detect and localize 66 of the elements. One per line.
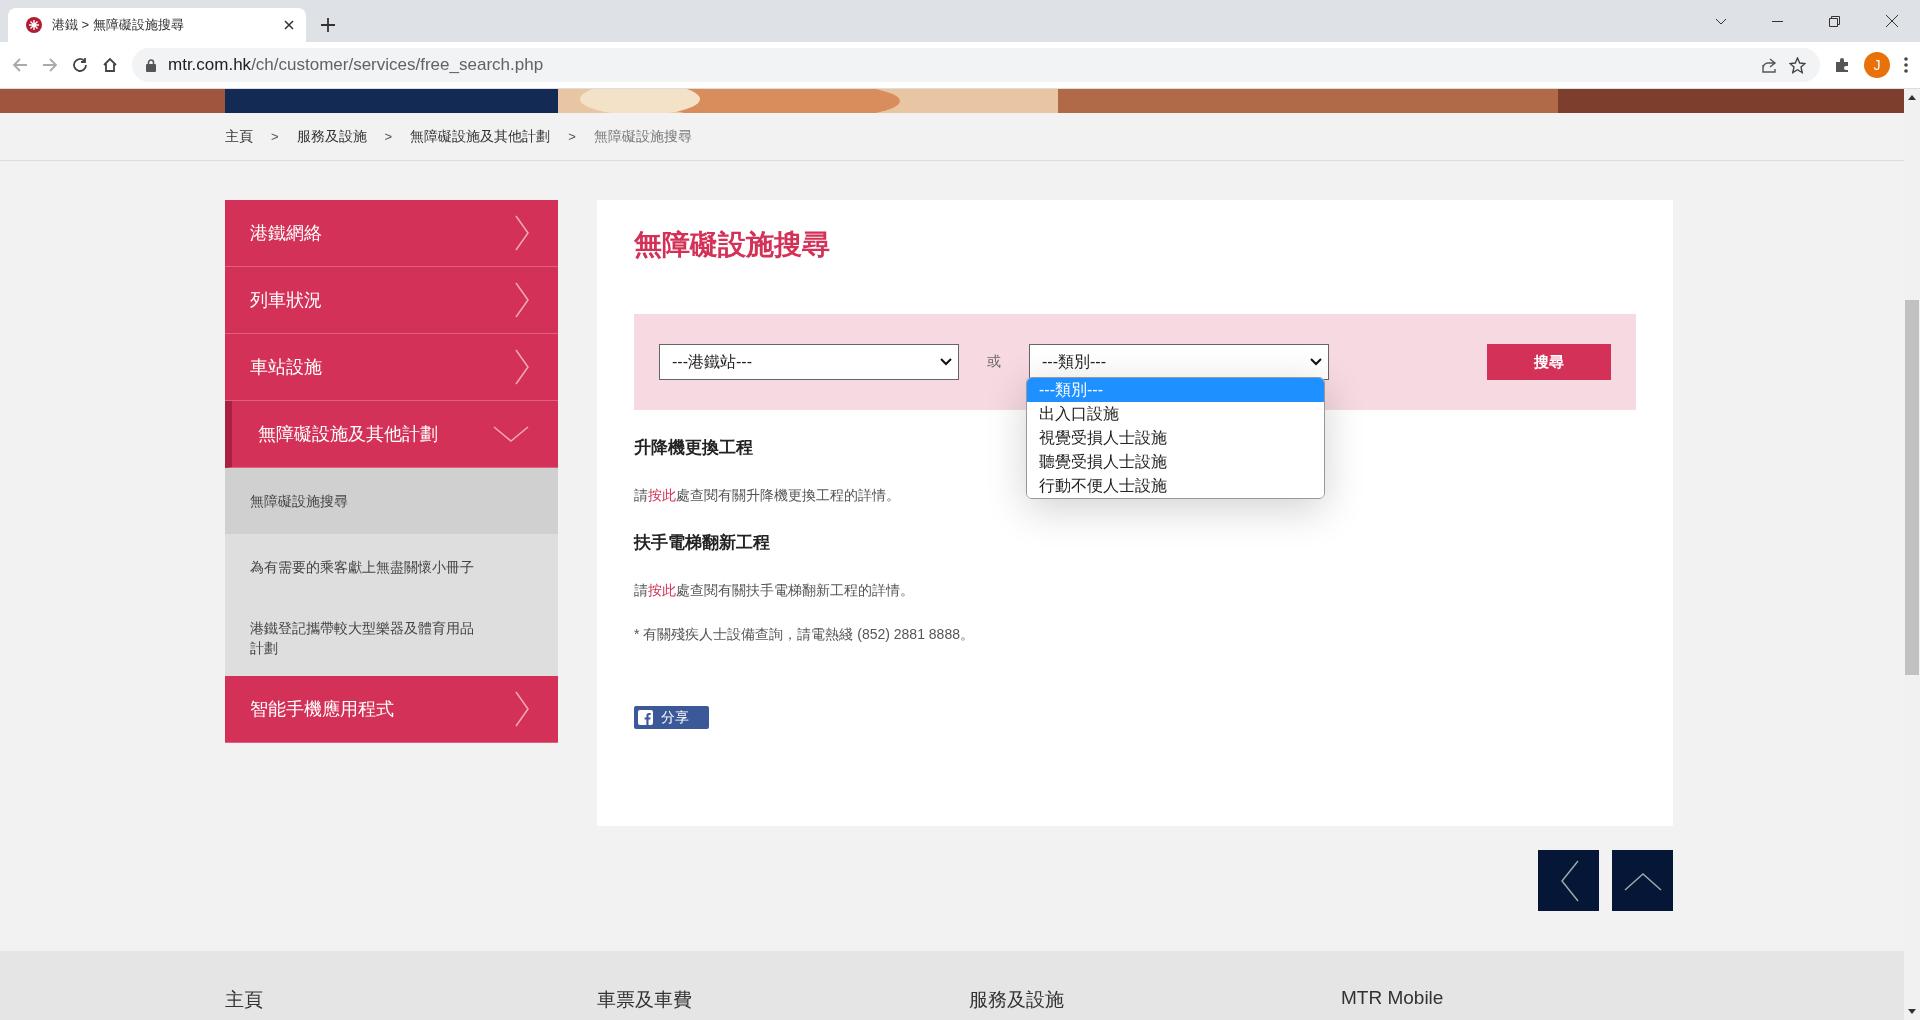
chevron-right-icon bbox=[514, 214, 530, 252]
dropdown-option[interactable]: 行動不便人士設施 bbox=[1027, 474, 1324, 498]
share-icon[interactable] bbox=[1761, 57, 1777, 73]
breadcrumb-current: 無障礙設施搜尋 bbox=[593, 127, 692, 146]
home-icon[interactable] bbox=[102, 57, 118, 73]
chevron-down-icon bbox=[492, 425, 530, 443]
dropdown-option[interactable]: 出入口設施 bbox=[1027, 402, 1324, 426]
star-icon[interactable] bbox=[1789, 56, 1806, 74]
footer-heading[interactable]: 主頁 bbox=[225, 987, 597, 1020]
link[interactable]: 按此 bbox=[648, 487, 676, 503]
browser-tab[interactable]: 港鐵 > 無障礙設施搜尋 bbox=[8, 8, 306, 42]
category-select[interactable]: ---類別--- bbox=[1029, 344, 1329, 380]
scrollbar-thumb[interactable] bbox=[1905, 300, 1919, 675]
chevron-right-icon bbox=[514, 281, 530, 319]
search-button[interactable]: 搜尋 bbox=[1487, 344, 1611, 380]
breadcrumb-link[interactable]: 服務及設施 bbox=[296, 127, 367, 146]
close-icon[interactable] bbox=[284, 20, 294, 30]
dropdown-option[interactable]: 視覺受損人士設施 bbox=[1027, 426, 1324, 450]
sidebar-subitem[interactable]: 港鐵登記攜帶較大型樂器及體育用品計劃 bbox=[225, 600, 558, 676]
lock-icon bbox=[146, 58, 156, 72]
or-label: 或 bbox=[987, 353, 1001, 371]
sidebar-item[interactable]: 港鐵網絡 bbox=[225, 200, 558, 267]
chevron-down-icon[interactable] bbox=[1714, 17, 1727, 25]
sidebar-item[interactable]: 車站設施 bbox=[225, 334, 558, 401]
sidebar-item[interactable]: 無障礙設施及其他計劃 bbox=[225, 401, 558, 468]
link[interactable]: 按此 bbox=[648, 582, 676, 598]
menu-icon[interactable] bbox=[1904, 57, 1908, 73]
back-button[interactable] bbox=[1538, 850, 1599, 911]
breadcrumb-separator: > bbox=[568, 129, 576, 144]
reload-icon[interactable] bbox=[72, 57, 88, 73]
footer-heading[interactable]: 車票及車費 bbox=[597, 987, 969, 1020]
paragraph: 請按此處查閱有關扶手電梯翻新工程的詳情。 bbox=[634, 582, 914, 600]
footer-heading[interactable]: 服務及設施 bbox=[969, 987, 1341, 1020]
breadcrumb-separator: > bbox=[271, 129, 279, 144]
sidebar-item[interactable]: 列車狀況 bbox=[225, 267, 558, 334]
section-heading: 扶手電梯翻新工程 bbox=[634, 532, 770, 554]
breadcrumb-link[interactable]: 主頁 bbox=[225, 127, 253, 146]
sidebar-item[interactable]: 智能手機應用程式 bbox=[225, 676, 558, 743]
tab-title: 港鐵 > 無障礙設施搜尋 bbox=[52, 16, 185, 34]
close-icon[interactable] bbox=[1885, 15, 1898, 27]
station-select[interactable]: ---港鐵站--- bbox=[659, 344, 959, 380]
scroll-up-icon[interactable] bbox=[1908, 95, 1916, 100]
chevron-right-icon bbox=[514, 690, 530, 728]
caret-icon bbox=[1310, 358, 1322, 366]
plus-icon[interactable] bbox=[321, 18, 335, 32]
section-heading: 升降機更換工程 bbox=[634, 437, 753, 459]
dropdown-option[interactable]: 聽覺受損人士設施 bbox=[1027, 450, 1324, 474]
page-title: 無障礙設施搜尋 bbox=[634, 228, 831, 262]
facebook-icon bbox=[638, 710, 653, 725]
caret-icon bbox=[940, 358, 952, 366]
share-button[interactable]: 分享 bbox=[634, 706, 709, 729]
chevron-right-icon bbox=[514, 348, 530, 386]
puzzle-icon[interactable] bbox=[1834, 57, 1850, 73]
breadcrumb-separator: > bbox=[384, 129, 393, 144]
scroll-down-icon[interactable] bbox=[1908, 1009, 1916, 1014]
paragraph: 請按此處查閱有關升降機更換工程的詳情。 bbox=[634, 487, 900, 505]
address-bar[interactable]: mtr.com.hk/ch/customer/services/free_search.php bbox=[132, 48, 1820, 82]
breadcrumb-link[interactable]: 無障礙設施及其他計劃 bbox=[410, 127, 551, 146]
minimize-icon[interactable] bbox=[1772, 20, 1783, 22]
restore-icon[interactable] bbox=[1829, 15, 1840, 27]
url-text: mtr.com.hk/ch/customer/services/free_search.php bbox=[168, 55, 544, 75]
sidebar-subitem[interactable]: 無障礙設施搜尋 bbox=[225, 468, 558, 534]
note-text: * 有關殘疾人士設備查詢，請電熱綫 (852) 2881 8888。 bbox=[634, 626, 974, 644]
logo-icon bbox=[26, 17, 42, 33]
sidebar-subitem[interactable]: 為有需要的乘客獻上無盡關懷小冊子 bbox=[225, 534, 558, 600]
footer-heading[interactable]: MTR Mobile bbox=[1341, 987, 1713, 1020]
